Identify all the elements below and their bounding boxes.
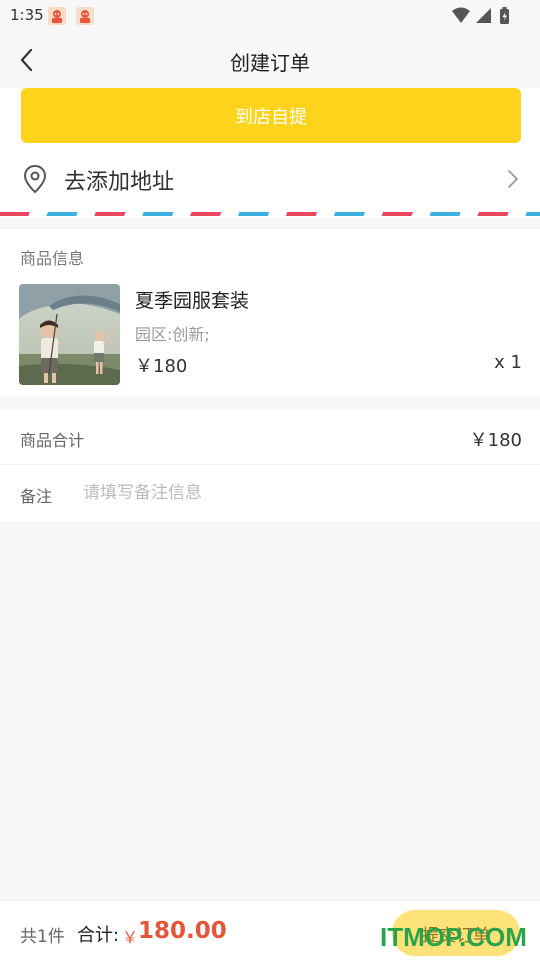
app-header: 创建订单: [0, 32, 540, 88]
app-notification-icon: [48, 7, 66, 25]
product-info-card: 商品信息 夏季园服套装 园区:创新; ￥180 x 1: [0, 229, 540, 397]
battery-icon: [500, 7, 509, 24]
child-with-umbrella-photo: [19, 284, 120, 385]
product-thumbnail[interactable]: [19, 284, 120, 385]
wifi-icon: [452, 7, 470, 23]
watermark-logo: ITMOP.COM: [380, 922, 527, 952]
currency-symbol: ￥: [122, 928, 139, 947]
add-address-row[interactable]: 去添加地址: [0, 150, 540, 208]
add-address-label: 去添加地址: [64, 170, 175, 195]
remark-label: 备注: [20, 487, 53, 506]
status-indicators: [450, 6, 532, 26]
chevron-right-icon: [506, 168, 520, 194]
product-price: ￥180: [135, 356, 188, 377]
product-quantity: x 1: [494, 352, 522, 373]
subtotal-label: 商品合计: [20, 431, 85, 450]
store-pickup-label: 到店自提: [235, 106, 307, 128]
order-summary-card: 商品合计 ￥180 备注: [0, 410, 540, 521]
subtotal-row: 商品合计 ￥180: [0, 410, 540, 465]
product-section-title: 商品信息: [20, 249, 85, 268]
product-spec: 园区:创新;: [135, 325, 210, 344]
delivery-panel: 到店自提 去添加地址: [0, 88, 540, 218]
product-name: 夏季园服套装: [135, 290, 250, 312]
subtotal-value: ￥180: [469, 430, 522, 451]
remark-row: 备注: [0, 466, 540, 521]
total-label: 合计:: [77, 925, 120, 946]
store-pickup-button[interactable]: 到店自提: [21, 88, 521, 143]
status-time: 1:35: [10, 6, 44, 24]
total-amount: 180.00: [138, 918, 227, 944]
envelope-stripe-divider: [0, 212, 540, 216]
item-count: 共1件: [20, 927, 65, 947]
app-notification-icon: [76, 7, 94, 25]
remark-input[interactable]: [83, 478, 513, 508]
status-bar: 1:35: [0, 0, 540, 32]
signal-icon: [476, 8, 491, 23]
location-pin-icon: [22, 164, 48, 198]
page-title: 创建订单: [230, 51, 310, 75]
